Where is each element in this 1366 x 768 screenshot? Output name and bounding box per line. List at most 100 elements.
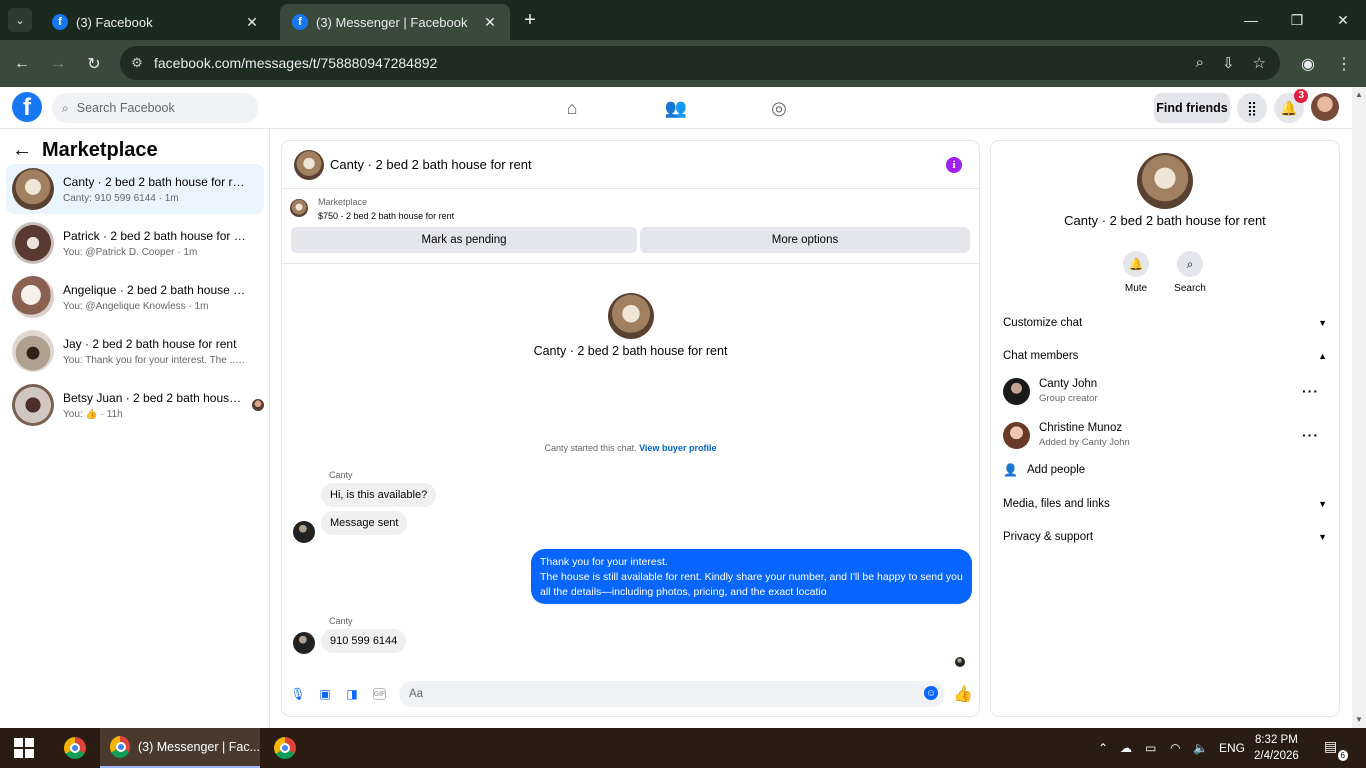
facebook-search[interactable]: ⌕ <box>52 93 258 123</box>
notification-count: 6 <box>1337 750 1348 761</box>
section-label: Media, files and links <box>1003 498 1110 510</box>
taskbar-chrome-2[interactable] <box>274 728 296 768</box>
zoom-icon[interactable]: ⌕ <box>1196 54 1204 72</box>
sender-avatar[interactable] <box>293 632 315 654</box>
sidebar-header: ← Marketplace <box>12 139 158 162</box>
add-person-icon: 👤 <box>1003 463 1018 477</box>
scroll-up-icon[interactable]: ▲ <box>1352 87 1366 101</box>
listing-thumbnail <box>12 276 54 318</box>
menu-grid-icon[interactable]: ⣿ <box>1237 93 1267 123</box>
scroll-down-icon[interactable]: ▼ <box>1352 712 1366 726</box>
notifications-bell-icon[interactable]: 🔔 3 <box>1274 89 1308 123</box>
chat-members-section[interactable]: Chat members ▲ <box>1003 346 1327 366</box>
conversation-item[interactable]: Betsy Juan · 2 bed 2 bath house ... You:… <box>6 380 264 430</box>
conversation-item[interactable]: Angelique · 2 bed 2 bath house fo... You… <box>6 272 264 322</box>
mark-as-pending-button[interactable]: Mark as pending <box>291 227 637 253</box>
back-arrow-icon[interactable]: ← <box>12 139 32 162</box>
clock-date: 2/4/2026 <box>1254 750 1299 762</box>
tab-search-button[interactable]: ⌄ <box>8 8 32 32</box>
conversation-title: Betsy Juan · 2 bed 2 bath house ... <box>63 390 247 405</box>
wifi-icon[interactable]: ◠ <box>1170 728 1180 768</box>
forward-button[interactable]: → <box>44 50 72 78</box>
gif-icon[interactable]: GIF <box>373 688 386 700</box>
new-tab-button[interactable]: + <box>518 8 542 32</box>
language-indicator[interactable]: ENG <box>1219 728 1245 768</box>
section-label: Chat members <box>1003 350 1079 362</box>
listing-price[interactable]: $750 - 2 bed 2 bath house for rent <box>318 211 454 221</box>
facebook-logo[interactable]: f <box>12 92 42 122</box>
close-icon[interactable]: ✕ <box>244 14 260 31</box>
conversation-title: Canty · 2 bed 2 bath house for rent <box>63 174 247 189</box>
member-row[interactable]: Canty John Group creator ··· <box>1003 375 1327 407</box>
chevron-down-icon: ⌄ <box>15 14 25 27</box>
minimize-button[interactable]: — <box>1228 0 1274 40</box>
site-settings-icon[interactable]: ⚙ <box>120 55 154 71</box>
conversation-title: Jay · 2 bed 2 bath house for rent <box>63 336 237 351</box>
show-hidden-icons[interactable]: ⌃ <box>1098 728 1108 768</box>
sticker-icon[interactable]: ◨ <box>344 686 360 702</box>
home-icon[interactable]: ⌂ <box>559 95 585 121</box>
menu-kebab-icon[interactable]: ⋮ <box>1330 50 1358 78</box>
reload-button[interactable]: ↻ <box>80 50 108 78</box>
find-friends-button[interactable]: Find friends <box>1154 93 1230 123</box>
listing-thumbnail[interactable] <box>290 199 308 217</box>
incoming-message[interactable]: Message sent <box>321 511 408 535</box>
more-options-icon[interactable]: ··· <box>1302 427 1319 443</box>
conversation-item[interactable]: Patrick · 2 bed 2 bath house for rent Yo… <box>6 218 264 268</box>
sender-avatar[interactable] <box>293 521 315 543</box>
friends-icon[interactable]: 👥 <box>663 95 689 121</box>
incoming-message[interactable]: Hi, is this available? <box>321 483 437 507</box>
onedrive-cloud-icon[interactable]: ☁ <box>1120 728 1132 768</box>
member-row[interactable]: Christine Munoz Added by Canty John ··· <box>1003 419 1327 451</box>
search-input[interactable] <box>76 101 247 115</box>
tab-facebook[interactable]: f (3) Facebook ✕ <box>40 4 272 40</box>
message-input[interactable] <box>399 681 945 707</box>
taskbar-chrome[interactable] <box>64 728 86 768</box>
install-app-icon[interactable]: ⇩ <box>1222 54 1235 72</box>
maximize-button[interactable]: ❐ <box>1274 0 1320 40</box>
more-options-button[interactable]: More options <box>640 227 970 253</box>
windows-start-icon[interactable] <box>14 738 34 758</box>
thumbs-up-icon[interactable]: 👍 <box>953 684 973 704</box>
member-role: Added by Canty John <box>1039 437 1130 448</box>
chat-title[interactable]: Canty · 2 bed 2 bath house for rent <box>330 157 532 172</box>
conversation-item[interactable]: Jay · 2 bed 2 bath house for rent You: T… <box>6 326 264 376</box>
outgoing-message[interactable]: Thank you for your interest. The house i… <box>531 549 972 604</box>
info-icon[interactable]: i <box>946 157 962 173</box>
profile-icon[interactable]: ◉ <box>1294 50 1322 78</box>
chevron-up-icon: ▲ <box>1318 351 1327 361</box>
browser-tab-bar: ⌄ f (3) Facebook ✕ f (3) Messenger | Fac… <box>0 0 1366 40</box>
url-text[interactable]: facebook.com/messages/t/758880947284892 <box>154 55 1196 71</box>
taskbar-messenger-window[interactable]: (3) Messenger | Fac... <box>100 728 260 768</box>
back-button[interactable]: ← <box>8 50 36 78</box>
view-buyer-profile-link[interactable]: View buyer profile <box>639 443 716 453</box>
system-clock[interactable]: 8:32 PM 2/4/2026 <box>1254 732 1299 764</box>
notification-center-icon[interactable]: ▤ 6 <box>1324 738 1348 761</box>
customize-chat-section[interactable]: Customize chat ▼ <box>1003 313 1327 333</box>
battery-icon[interactable]: ▭ <box>1145 728 1156 768</box>
close-window-button[interactable]: ✕ <box>1320 0 1366 40</box>
bookmark-star-icon[interactable]: ☆ <box>1253 54 1266 72</box>
incoming-message[interactable]: 910 599 6144 <box>321 629 407 653</box>
tab-messenger[interactable]: f (3) Messenger | Facebook ✕ <box>280 4 510 40</box>
microphone-icon[interactable]: 🎙 <box>290 686 306 702</box>
marketplace-bar: Marketplace $750 - 2 bed 2 bath house fo… <box>282 190 979 264</box>
page-scrollbar[interactable]: ▲ ▼ <box>1352 87 1366 728</box>
privacy-support-section[interactable]: Privacy & support ▼ <box>1003 527 1327 547</box>
volume-icon[interactable]: 🔈 <box>1193 728 1208 768</box>
conversation-item[interactable]: Canty · 2 bed 2 bath house for rent Cant… <box>6 164 264 214</box>
conversation-preview: You: @Angelique Knowless · 1m <box>63 300 209 312</box>
more-options-icon[interactable]: ··· <box>1302 383 1319 399</box>
close-icon[interactable]: ✕ <box>482 14 498 31</box>
started-text: Canty started this chat. <box>544 443 637 453</box>
media-files-section[interactable]: Media, files and links ▼ <box>1003 494 1327 514</box>
mute-button[interactable]: 🔔 Mute <box>1116 251 1156 294</box>
chat-thumbnail[interactable] <box>294 149 324 180</box>
address-bar[interactable]: ⚙ facebook.com/messages/t/75888094728489… <box>120 46 1280 80</box>
groups-icon[interactable]: ◎ <box>766 95 792 121</box>
account-avatar[interactable] <box>1311 93 1339 121</box>
emoji-icon[interactable]: ☺ <box>924 686 938 700</box>
add-people-button[interactable]: 👤 Add people <box>1003 463 1085 477</box>
search-conversation-button[interactable]: ⌕ Search <box>1170 251 1210 294</box>
photo-icon[interactable]: ▣ <box>317 686 333 702</box>
